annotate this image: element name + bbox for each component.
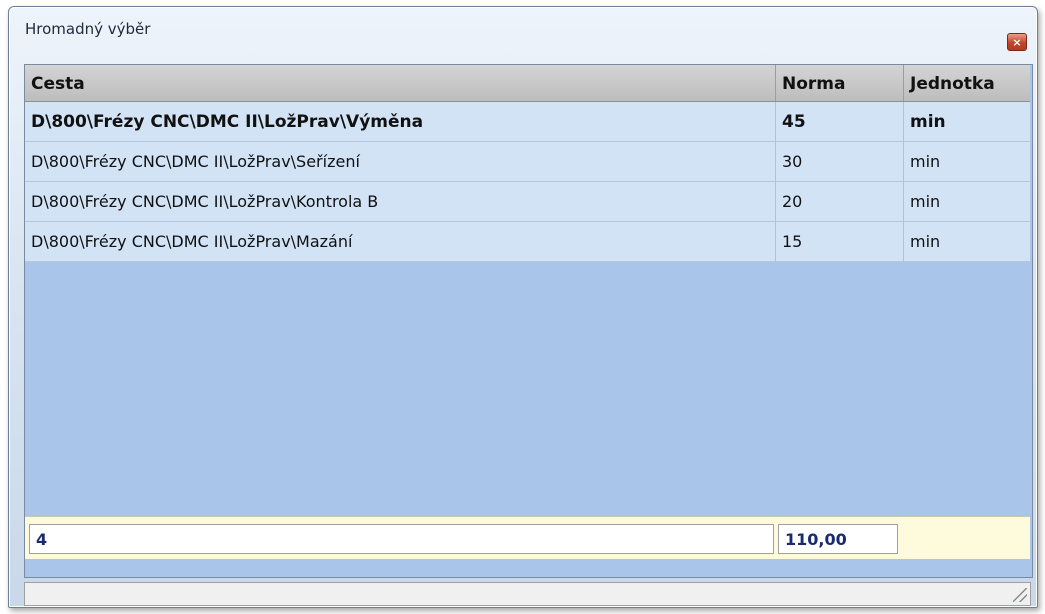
grid-header: Cesta Norma Jednotka [25, 65, 1030, 102]
cell-jednotka[interactable]: min [904, 222, 1030, 262]
window-title: Hromadný výběr [25, 20, 151, 38]
column-header-cesta[interactable]: Cesta [25, 65, 776, 101]
cell-norma[interactable]: 45 [776, 102, 904, 142]
cell-cesta[interactable]: D\800\Frézy CNC\DMC II\LožPrav\Mazání [25, 222, 776, 262]
row-count-total: 4 [29, 524, 774, 554]
grid-footer-summary: 4 110,00 [25, 516, 1030, 559]
resize-grip-icon[interactable] [1013, 588, 1027, 602]
status-bar [24, 582, 1031, 606]
close-icon: × [1012, 35, 1022, 49]
cell-cesta[interactable]: D\800\Frézy CNC\DMC II\LožPrav\Seřízení [25, 142, 776, 182]
table-row-selected[interactable]: D\800\Frézy CNC\DMC II\LožPrav\Výměna 45… [25, 102, 1030, 142]
cell-norma[interactable]: 15 [776, 222, 904, 262]
cell-norma[interactable]: 20 [776, 182, 904, 222]
cell-jednotka[interactable]: min [904, 142, 1030, 182]
column-header-jednotka[interactable]: Jednotka [904, 65, 1030, 101]
data-grid: Cesta Norma Jednotka D\800\Frézy CNC\DMC… [24, 64, 1033, 578]
table-row[interactable]: D\800\Frézy CNC\DMC II\LožPrav\Seřízení … [25, 142, 1030, 182]
title-bar[interactable]: Hromadný výběr × [9, 7, 1037, 51]
close-button[interactable]: × [1007, 33, 1027, 51]
cell-norma[interactable]: 30 [776, 142, 904, 182]
norma-sum-total: 110,00 [778, 524, 898, 554]
bulk-selection-window: Hromadný výběr × Cesta Norma Jednotka D\… [8, 6, 1038, 608]
cell-jednotka[interactable]: min [904, 102, 1030, 142]
table-row[interactable]: D\800\Frézy CNC\DMC II\LožPrav\Kontrola … [25, 182, 1030, 222]
cell-cesta[interactable]: D\800\Frézy CNC\DMC II\LožPrav\Výměna [25, 102, 776, 142]
column-header-norma[interactable]: Norma [776, 65, 904, 101]
cell-cesta[interactable]: D\800\Frézy CNC\DMC II\LožPrav\Kontrola … [25, 182, 776, 222]
cell-jednotka[interactable]: min [904, 182, 1030, 222]
table-row[interactable]: D\800\Frézy CNC\DMC II\LožPrav\Mazání 15… [25, 222, 1030, 262]
